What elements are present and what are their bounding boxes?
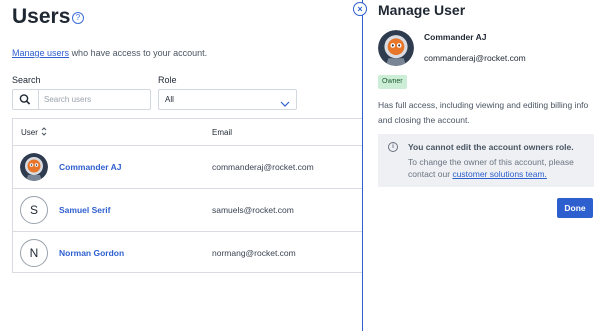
user-name-link[interactable]: Commander AJ	[59, 162, 122, 172]
table-row[interactable]: Commander AJ commanderaj@rocket.com	[13, 146, 365, 189]
panel-title: Manage User	[378, 2, 466, 18]
role-select[interactable]: All	[158, 89, 297, 110]
avatar-initial: N	[20, 239, 48, 267]
user-name-link[interactable]: Norman Gordon	[59, 248, 124, 258]
info-body: To change the owner of this account, ple…	[408, 156, 588, 180]
users-table: User Email Commander AJ commanderaj@rock…	[12, 118, 365, 273]
customer-solutions-link[interactable]: customer solutions team.	[452, 169, 546, 179]
chevron-down-icon	[280, 95, 290, 113]
role-description: Has full access, including viewing and e…	[378, 100, 589, 125]
table-row[interactable]: N Norman Gordon normang@rocket.com	[13, 232, 365, 274]
column-header-email: Email	[212, 128, 233, 137]
close-icon[interactable]: ×	[353, 2, 367, 16]
help-icon[interactable]: ?	[72, 12, 84, 24]
role-label: Role	[158, 75, 177, 85]
done-button[interactable]: Done	[557, 198, 593, 218]
manage-user-panel: Manage User Commander AJ commanderaj@roc…	[362, 0, 600, 331]
info-icon: i	[388, 142, 398, 152]
manage-users-link[interactable]: Manage users	[12, 48, 69, 58]
user-name-link[interactable]: Samuel Serif	[59, 205, 111, 215]
rocket-avatar	[20, 153, 48, 181]
user-email: samuels@rocket.com	[212, 205, 294, 215]
panel-user-email: commanderaj@rocket.com	[424, 53, 526, 63]
user-email: normang@rocket.com	[212, 248, 296, 258]
role-value: All	[165, 95, 174, 104]
table-row[interactable]: S Samuel Serif samuels@rocket.com	[13, 189, 365, 232]
avatar-initial: S	[20, 196, 48, 224]
info-title: You cannot edit the account owners role.	[408, 142, 574, 152]
intro-text: Manage users who have access to your acc…	[12, 48, 207, 58]
search-label: Search	[12, 75, 41, 85]
panel-user-name: Commander AJ	[424, 32, 487, 42]
user-email: commanderaj@rocket.com	[212, 162, 314, 172]
sort-icon[interactable]	[41, 126, 47, 139]
role-badge: Owner	[378, 75, 407, 89]
rocket-avatar	[378, 30, 414, 66]
info-notice: i You cannot edit the account owners rol…	[378, 134, 594, 187]
page-title: Users	[12, 5, 71, 28]
table-header: User Email	[13, 119, 365, 146]
search-placeholder: Search users	[44, 95, 92, 104]
column-header-user[interactable]: User	[21, 128, 38, 137]
intro-suffix: who have access to your account.	[71, 48, 208, 58]
search-input[interactable]: Search users	[12, 89, 151, 110]
search-icon	[13, 90, 39, 109]
users-page: Users ? Manage users who have access to …	[0, 0, 365, 331]
